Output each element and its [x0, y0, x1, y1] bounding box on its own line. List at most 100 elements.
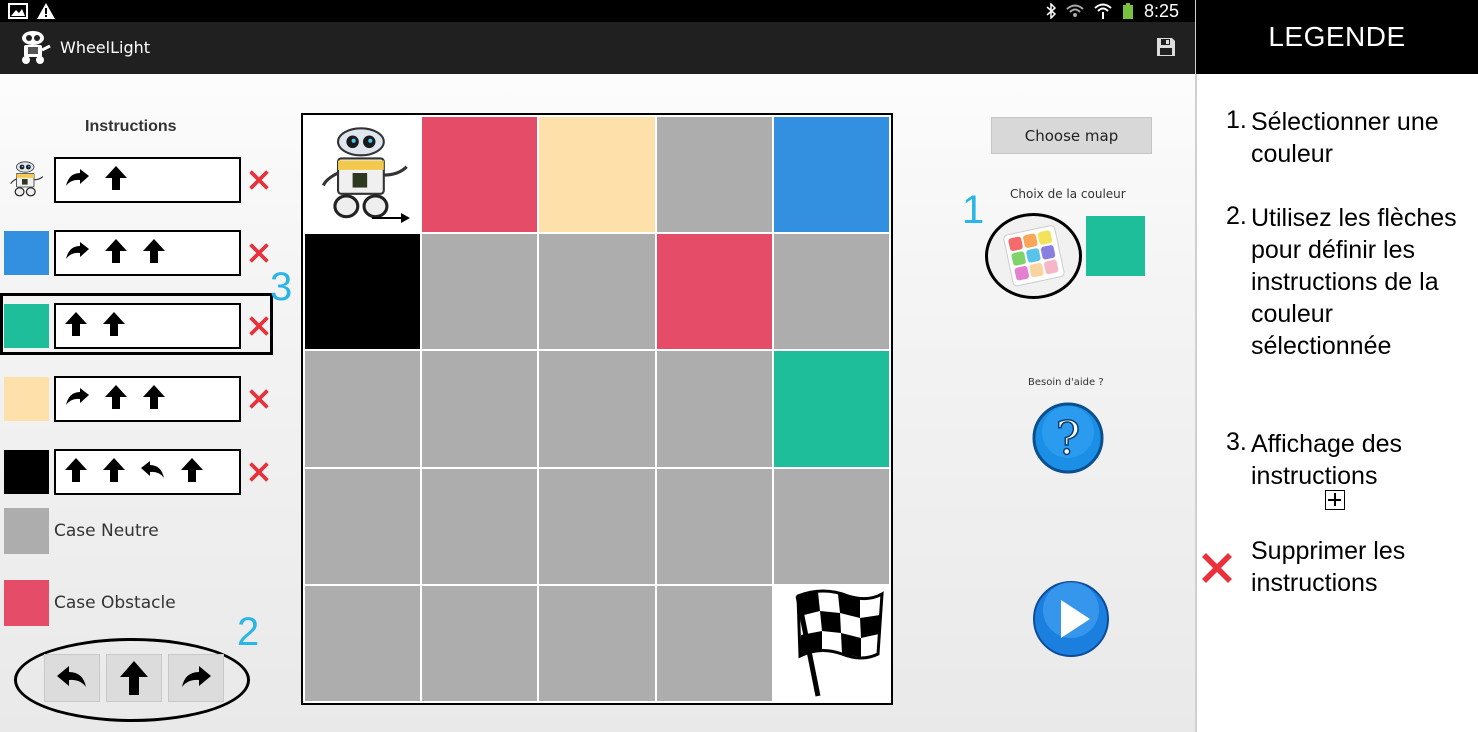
- forward-button[interactable]: [106, 654, 162, 702]
- grid-cell[interactable]: [656, 351, 772, 467]
- play-button[interactable]: [1032, 580, 1110, 658]
- app-title: WheelLight: [60, 38, 151, 57]
- delete-icon-legend: [1197, 548, 1237, 588]
- delete-icon[interactable]: [246, 459, 272, 485]
- status-bar: 8:25: [0, 0, 1195, 22]
- grid-cell[interactable]: [656, 117, 772, 233]
- image-icon: [8, 3, 28, 19]
- instruction-row-cream[interactable]: [4, 376, 274, 422]
- save-icon[interactable]: [1155, 36, 1177, 63]
- color-palette-button[interactable]: [985, 213, 1082, 299]
- legend-swatch: [4, 508, 49, 554]
- legend-delete-text: Supprimer les instructions: [1251, 537, 1406, 597]
- legend-item-1-number: 1.: [1226, 106, 1247, 134]
- instruction-box-blue[interactable]: [54, 230, 241, 276]
- instruction-row-robot[interactable]: [4, 157, 274, 203]
- instructions-title: Instructions: [85, 118, 177, 135]
- left-arrow-icon: [140, 460, 166, 485]
- legend-item-3-number: 3.: [1226, 428, 1247, 456]
- grid-cell[interactable]: [422, 117, 538, 233]
- grid-cell[interactable]: [773, 585, 889, 701]
- direction-arrow-icon: [372, 213, 410, 223]
- up-arrow-icon: [104, 165, 128, 196]
- turn-right-button[interactable]: [168, 654, 224, 702]
- instruction-row-black[interactable]: [4, 449, 274, 495]
- grid-cell[interactable]: [305, 468, 421, 584]
- grid-cell[interactable]: [422, 234, 538, 350]
- help-button[interactable]: ?: [1032, 402, 1104, 474]
- battery-icon: [1122, 3, 1133, 19]
- instruction-row-blue[interactable]: [4, 230, 274, 276]
- selected-color-swatch: [1086, 216, 1145, 276]
- legend-divider: [1195, 0, 1197, 732]
- grid-cell[interactable]: [422, 585, 538, 701]
- turn-left-button[interactable]: [44, 654, 100, 702]
- turn-right-arrow-icon: [182, 666, 211, 687]
- up-arrow-icon: [64, 457, 88, 488]
- grid-cell[interactable]: [773, 234, 889, 350]
- clock: 8:25: [1143, 0, 1179, 21]
- game-grid: [301, 113, 893, 705]
- delete-icon[interactable]: [246, 240, 272, 266]
- palette-icon: [1003, 225, 1065, 287]
- selected-row-frame: [0, 293, 273, 355]
- right-arrow-icon: [64, 168, 90, 193]
- grid-cell[interactable]: [305, 585, 421, 701]
- grid-cell[interactable]: [656, 234, 772, 350]
- grid-cell[interactable]: [773, 117, 889, 233]
- grid-cell[interactable]: [305, 117, 421, 233]
- legend-item-0: Case Neutre: [4, 508, 264, 554]
- color-choice-label: Choix de la couleur: [1010, 187, 1126, 201]
- svg-text:?: ?: [1056, 411, 1081, 465]
- annotation-number-1: 1: [962, 188, 985, 232]
- instruction-box-black[interactable]: [54, 449, 241, 495]
- grid-cell[interactable]: [305, 234, 421, 350]
- legend-item-1: Case Obstacle: [4, 580, 264, 626]
- legend-title: LEGENDE: [1196, 0, 1478, 74]
- grid-cell[interactable]: [305, 351, 421, 467]
- grid-cell[interactable]: [539, 234, 655, 350]
- app-screen: 8:25 WheelLight Instructions Case Neutre…: [0, 0, 1195, 732]
- grid-cell[interactable]: [422, 468, 538, 584]
- up-arrow-icon: [120, 661, 148, 695]
- delete-icon[interactable]: [246, 167, 272, 193]
- grid-cell[interactable]: [539, 585, 655, 701]
- color-swatch-black: [4, 450, 49, 494]
- choose-map-button[interactable]: Choose map: [991, 117, 1152, 154]
- warning-icon: [37, 3, 55, 19]
- up-arrow-icon: [104, 238, 128, 269]
- play-icon: [1033, 581, 1109, 657]
- wifi-icon: [1066, 4, 1084, 17]
- turn-left-arrow-icon: [57, 666, 86, 687]
- up-arrow-icon: [142, 238, 166, 269]
- instruction-box-cream[interactable]: [54, 376, 241, 422]
- grid-cell[interactable]: [539, 351, 655, 467]
- grid-cell[interactable]: [539, 117, 655, 233]
- color-swatch-blue: [4, 231, 49, 275]
- legend-label: Case Obstacle: [54, 593, 176, 613]
- grid-cell[interactable]: [656, 468, 772, 584]
- action-bar: WheelLight: [0, 22, 1195, 74]
- robot-icon: [6, 159, 46, 204]
- up-arrow-icon: [104, 384, 128, 415]
- grid-cell[interactable]: [422, 351, 538, 467]
- legend-label: Case Neutre: [54, 521, 159, 541]
- signal-icon: [1094, 3, 1112, 19]
- question-icon: ?: [1032, 402, 1104, 474]
- grid-cell[interactable]: [656, 585, 772, 701]
- up-arrow-icon: [102, 457, 126, 488]
- legend-item-2-text: Utilisez les flèches pour définir les in…: [1251, 204, 1457, 360]
- app-logo-icon: [14, 28, 52, 71]
- instruction-box-robot[interactable]: [54, 157, 241, 203]
- grid-cell[interactable]: [773, 351, 889, 467]
- grid-cell[interactable]: [539, 468, 655, 584]
- bluetooth-icon: [1046, 3, 1056, 19]
- delete-icon[interactable]: [246, 386, 272, 412]
- help-label: Besoin d'aide ?: [1028, 377, 1104, 388]
- right-arrow-icon: [64, 241, 90, 266]
- legend-swatch: [4, 580, 49, 626]
- up-arrow-icon: [180, 457, 204, 488]
- grid-cell[interactable]: [773, 468, 889, 584]
- legend-item-2-number: 2.: [1226, 202, 1247, 230]
- annotation-number-2: 2: [237, 610, 260, 654]
